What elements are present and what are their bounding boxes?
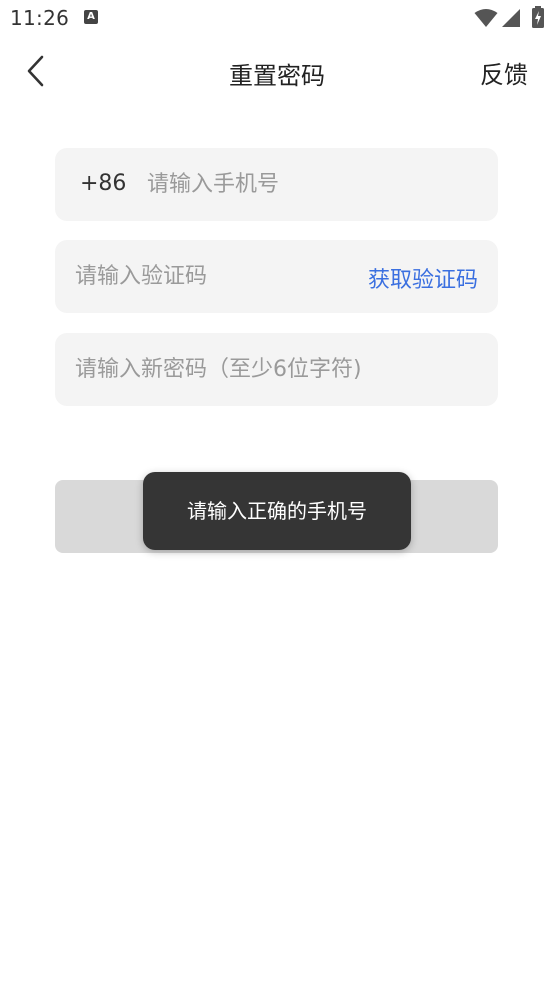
new-password-input[interactable] xyxy=(75,333,475,406)
status-time: 11:26 xyxy=(10,6,70,30)
code-input[interactable] xyxy=(75,240,345,313)
code-field: 获取验证码 xyxy=(55,240,498,313)
wifi-icon xyxy=(474,9,498,27)
toast-message: 请输入正确的手机号 xyxy=(143,472,411,550)
nav-bar: 重置密码 反馈 xyxy=(0,40,554,102)
status-bar: 11:26 A xyxy=(0,0,554,38)
password-field xyxy=(55,333,498,406)
reset-password-screen: 11:26 A 重置密码 反馈 +86 获取验证码 请 xyxy=(0,0,554,985)
country-code[interactable]: +86 xyxy=(80,171,126,196)
phone-input[interactable] xyxy=(147,148,477,221)
feedback-button[interactable]: 反馈 xyxy=(480,55,528,90)
battery-charging-icon xyxy=(532,6,544,28)
a-icon: A xyxy=(84,10,98,24)
signal-icon xyxy=(502,9,520,27)
phone-field: +86 xyxy=(55,148,498,221)
page-title: 重置密码 xyxy=(229,62,325,90)
get-code-button[interactable]: 获取验证码 xyxy=(368,262,478,294)
